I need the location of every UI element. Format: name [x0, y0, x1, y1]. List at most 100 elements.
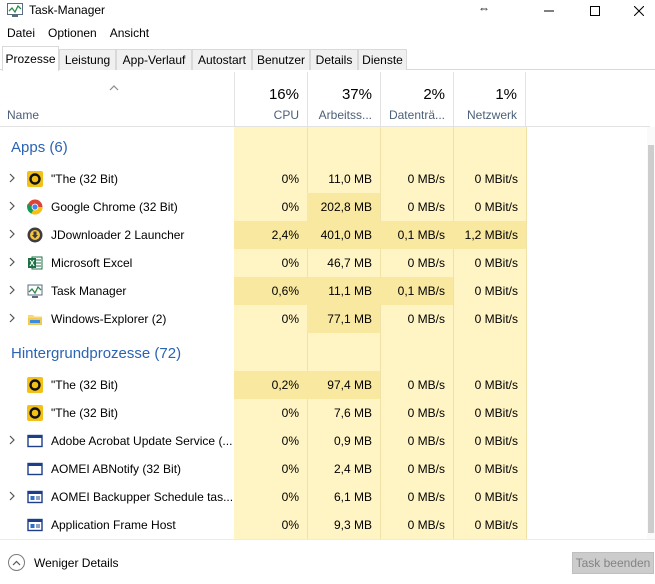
network-value: 0 MBit/s — [474, 284, 518, 298]
expand-chevron-icon[interactable] — [8, 490, 16, 502]
yellow-circle-app-icon — [27, 377, 43, 393]
memory-value: 2,4 MB — [333, 462, 372, 476]
memory-value: 11,0 MB — [328, 172, 372, 186]
resize-arrows-icon: ⇔ — [478, 1, 490, 15]
disk-value: 0 MB/s — [407, 256, 445, 270]
name-column-header[interactable]: Name — [0, 72, 234, 126]
column-divider — [526, 127, 527, 539]
process-row[interactable]: Task Manager 0,6% 11,1 MB 0,1 MB/s 0 MBit/s — [0, 277, 526, 305]
footer-bar: Weniger Details Task beenden — [0, 539, 655, 584]
end-task-button[interactable]: Task beenden — [572, 552, 654, 574]
process-row[interactable]: JDownloader 2 Launcher 2,4% 401,0 MB 0,1 MB… — [0, 221, 526, 249]
cpu-value: 0% — [281, 490, 299, 504]
expand-chevron-icon[interactable] — [8, 228, 16, 240]
memory-column-header[interactable]: 37% Arbeitss... — [307, 72, 380, 126]
memory-value: 11,1 MB — [328, 284, 372, 298]
scrollbar-thumb[interactable] — [648, 145, 654, 533]
network-value: 0 MBit/s — [474, 378, 518, 392]
memory-value: 0,9 MB — [333, 434, 372, 448]
tab-benutzer[interactable]: Benutzer — [252, 49, 310, 70]
disk-total-percent: 2% — [423, 86, 445, 103]
process-name: Adobe Acrobat Update Service (... — [51, 434, 233, 448]
minimize-button[interactable] — [526, 0, 572, 22]
expand-chevron-icon[interactable] — [8, 284, 16, 296]
process-row[interactable]: AOMEI Backupper Schedule tas... 0% 6,1 MB 0… — [0, 483, 526, 511]
window-title: Task-Manager — [29, 3, 106, 17]
disk-column-label: Datenträ... — [388, 108, 445, 122]
disk-value: 0 MB/s — [407, 462, 445, 476]
process-name: AOMEI Backupper Schedule tas... — [51, 490, 234, 504]
disk-value: 0 MB/s — [407, 312, 445, 326]
vertical-scrollbar[interactable] — [647, 127, 655, 539]
excel-icon: X — [27, 255, 43, 271]
process-row[interactable]: Google Chrome (32 Bit) 0% 202,8 MB 0 MB/s 0 … — [0, 193, 526, 221]
cpu-column-label: CPU — [273, 108, 299, 122]
expand-chevron-icon[interactable] — [8, 200, 16, 212]
less-details-label: Weniger Details — [34, 555, 119, 570]
group-background-heading: Hintergrundprozesse (72) — [11, 345, 182, 362]
cpu-value: 0,2% — [271, 378, 299, 392]
disk-value: 0 MB/s — [407, 518, 445, 532]
name-column-label: Name — [7, 108, 40, 122]
menu-ansicht[interactable]: Ansicht — [103, 24, 155, 44]
cpu-value: 0,6% — [271, 284, 299, 298]
tab-prozesse[interactable]: Prozesse — [2, 46, 59, 71]
expand-chevron-icon[interactable] — [8, 312, 16, 324]
expand-chevron-icon[interactable] — [8, 434, 16, 446]
expand-chevron-icon[interactable] — [8, 256, 16, 268]
process-row[interactable]: Application Frame Host 0% 9,3 MB 0 MB/s 0 MB… — [0, 511, 526, 539]
tab-app-verlauf[interactable]: App-Verlauf — [116, 49, 192, 70]
cpu-value: 0% — [281, 200, 299, 214]
memory-value: 77,1 MB — [327, 312, 372, 326]
memory-value: 9,3 MB — [333, 518, 372, 532]
chrome-icon — [27, 199, 43, 215]
tab-details[interactable]: Details — [310, 49, 358, 70]
process-name: "The (32 Bit) — [51, 378, 118, 392]
expand-chevron-icon[interactable] — [8, 172, 16, 184]
network-column-header[interactable]: 1% Netzwerk — [453, 72, 526, 126]
disk-value: 0 MB/s — [407, 200, 445, 214]
sort-up-icon — [109, 85, 119, 91]
less-details-button[interactable]: Weniger Details — [8, 554, 118, 571]
close-icon — [634, 6, 644, 16]
close-button[interactable] — [616, 0, 655, 22]
disk-column-header[interactable]: 2% Datenträ... — [380, 72, 453, 126]
task-manager-app-icon — [7, 3, 23, 17]
cpu-column-header[interactable]: 16% CPU — [234, 72, 307, 126]
cpu-value: 0% — [281, 172, 299, 186]
tab-dienste[interactable]: Dienste — [358, 49, 407, 70]
tab-autostart[interactable]: Autostart — [192, 49, 252, 70]
menu-datei[interactable]: Datei — [0, 24, 41, 44]
process-row[interactable]: "The (32 Bit) 0% 11,0 MB 0 MB/s 0 MBit/s — [0, 165, 526, 193]
process-name: Microsoft Excel — [51, 256, 133, 270]
process-row[interactable]: Windows-Explorer (2) 0% 77,1 MB 0 MB/s 0 MBi… — [0, 305, 526, 333]
cpu-value: 0% — [281, 312, 299, 326]
tab-leistung[interactable]: Leistung — [59, 49, 116, 70]
collapse-circle-icon — [8, 554, 25, 571]
process-name: Google Chrome (32 Bit) — [51, 200, 178, 214]
process-row[interactable]: Adobe Acrobat Update Service (... 0% 0,9 M… — [0, 427, 526, 455]
disk-value: 0,1 MB/s — [397, 284, 445, 298]
service-app-icon — [27, 489, 43, 505]
network-value: 0 MBit/s — [474, 312, 518, 326]
memory-value: 202,8 MB — [320, 200, 372, 214]
network-value: 0 MBit/s — [474, 462, 518, 476]
maximize-button[interactable] — [572, 0, 618, 22]
process-name: "The (32 Bit) — [51, 406, 118, 420]
network-value: 0 MBit/s — [474, 200, 518, 214]
process-name: JDownloader 2 Launcher — [51, 228, 185, 242]
process-name: Windows-Explorer (2) — [51, 312, 167, 326]
process-row[interactable]: AOMEI ABNotify (32 Bit) 0% 2,4 MB 0 MB/s 0 M… — [0, 455, 526, 483]
window-app-icon — [27, 461, 43, 477]
cpu-value: 0% — [281, 256, 299, 270]
group-apps-heading: Apps (6) — [11, 139, 68, 156]
process-row[interactable]: X Microsoft Excel 0% 46,7 MB 0 MB/s 0 MBit/s — [0, 249, 526, 277]
process-row[interactable]: "The (32 Bit) 0% 7,6 MB 0 MB/s 0 MBit/s — [0, 399, 526, 427]
memory-value: 7,6 MB — [333, 406, 372, 420]
network-value: 0 MBit/s — [474, 172, 518, 186]
yellow-circle-app-icon — [27, 171, 43, 187]
menu-optionen[interactable]: Optionen — [41, 24, 103, 44]
process-row[interactable]: "The (32 Bit) 0,2% 97,4 MB 0 MB/s 0 MBit/s — [0, 371, 526, 399]
network-total-percent: 1% — [495, 86, 517, 103]
maximize-icon — [590, 6, 600, 16]
